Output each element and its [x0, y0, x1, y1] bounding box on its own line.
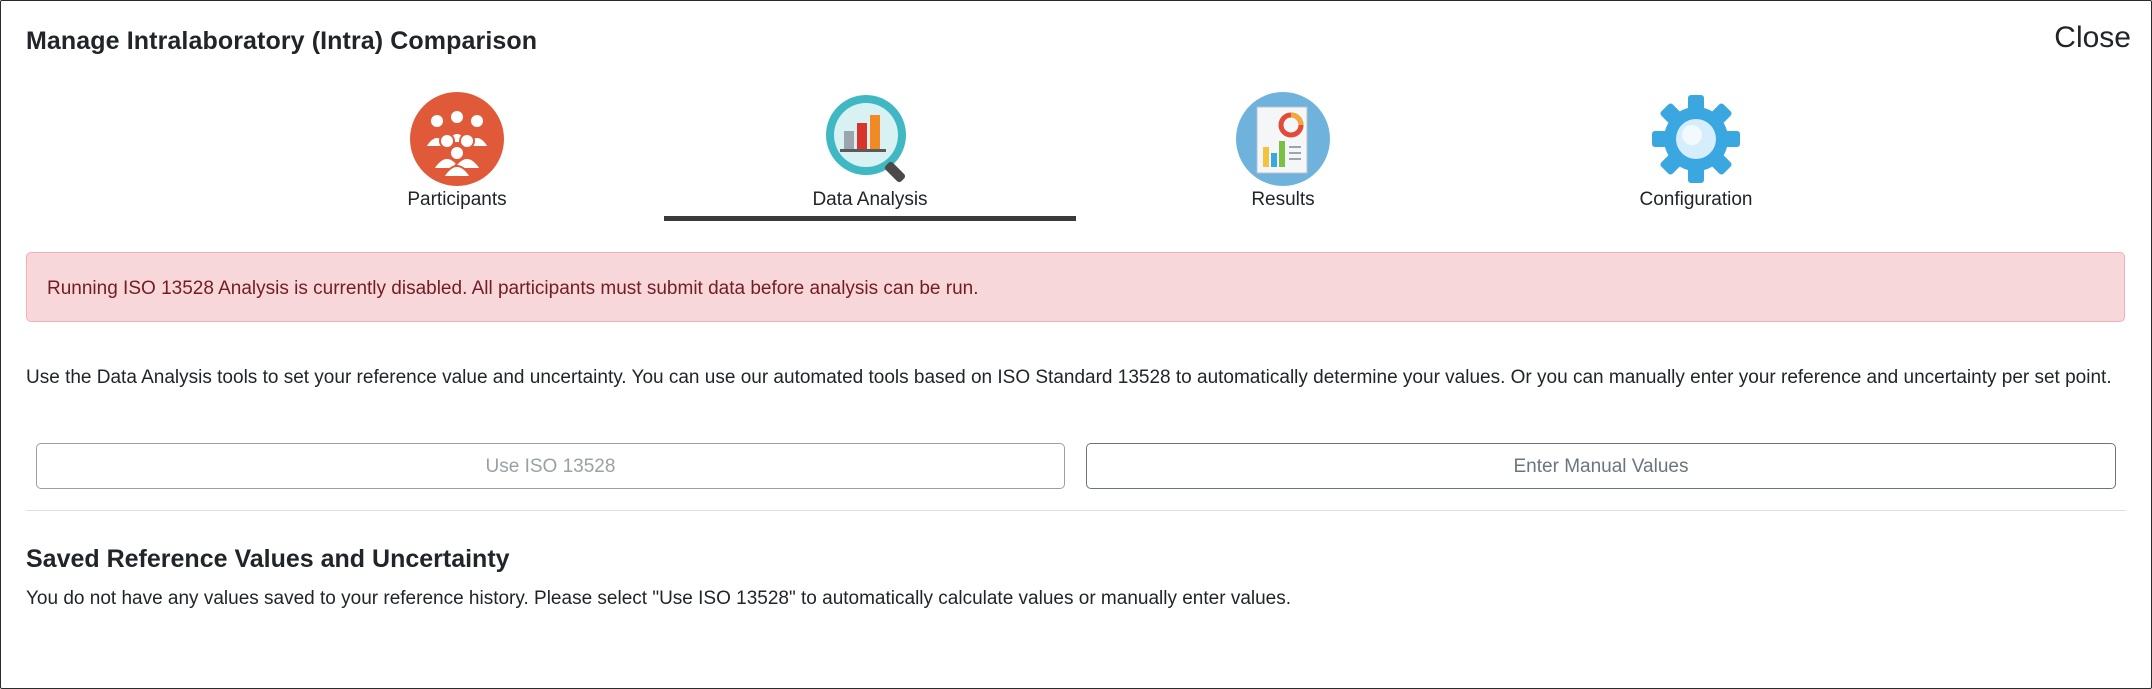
intro-text: Use the Data Analysis tools to set your … [26, 367, 2112, 388]
gear-icon [1648, 91, 1744, 187]
tab-results[interactable]: Results [1077, 89, 1489, 221]
modal-dialog: Manage Intralaboratory (Intra) Compariso… [0, 0, 2152, 689]
active-tab-underline [664, 216, 1076, 221]
enter-manual-values-button[interactable]: Enter Manual Values [1086, 443, 2116, 489]
tab-data-analysis-label: Data Analysis [812, 189, 928, 210]
tab-configuration[interactable]: Configuration [1490, 89, 1902, 221]
participants-icon [409, 91, 505, 187]
saved-empty-message: You do not have any values saved to your… [26, 588, 1292, 609]
alert-text: Running ISO 13528 Analysis is currently … [47, 278, 979, 299]
results-icon [1235, 91, 1331, 187]
tab-participants[interactable]: Participants [251, 89, 663, 221]
tab-bar: Participants Data Analysis Results Confi… [251, 89, 1903, 221]
tab-participants-label: Participants [407, 189, 507, 210]
divider [26, 510, 2126, 511]
analysis-disabled-alert: Running ISO 13528 Analysis is currently … [26, 252, 2125, 322]
close-button[interactable]: Close [2054, 21, 2131, 55]
tab-configuration-label: Configuration [1639, 189, 1753, 210]
tab-results-label: Results [1251, 189, 1315, 210]
saved-section-heading: Saved Reference Values and Uncertainty [26, 545, 510, 573]
use-iso-button[interactable]: Use ISO 13528 [36, 443, 1065, 489]
tab-data-analysis[interactable]: Data Analysis [664, 89, 1076, 221]
modal-title: Manage Intralaboratory (Intra) Compariso… [26, 27, 538, 55]
data-analysis-icon [822, 91, 918, 187]
